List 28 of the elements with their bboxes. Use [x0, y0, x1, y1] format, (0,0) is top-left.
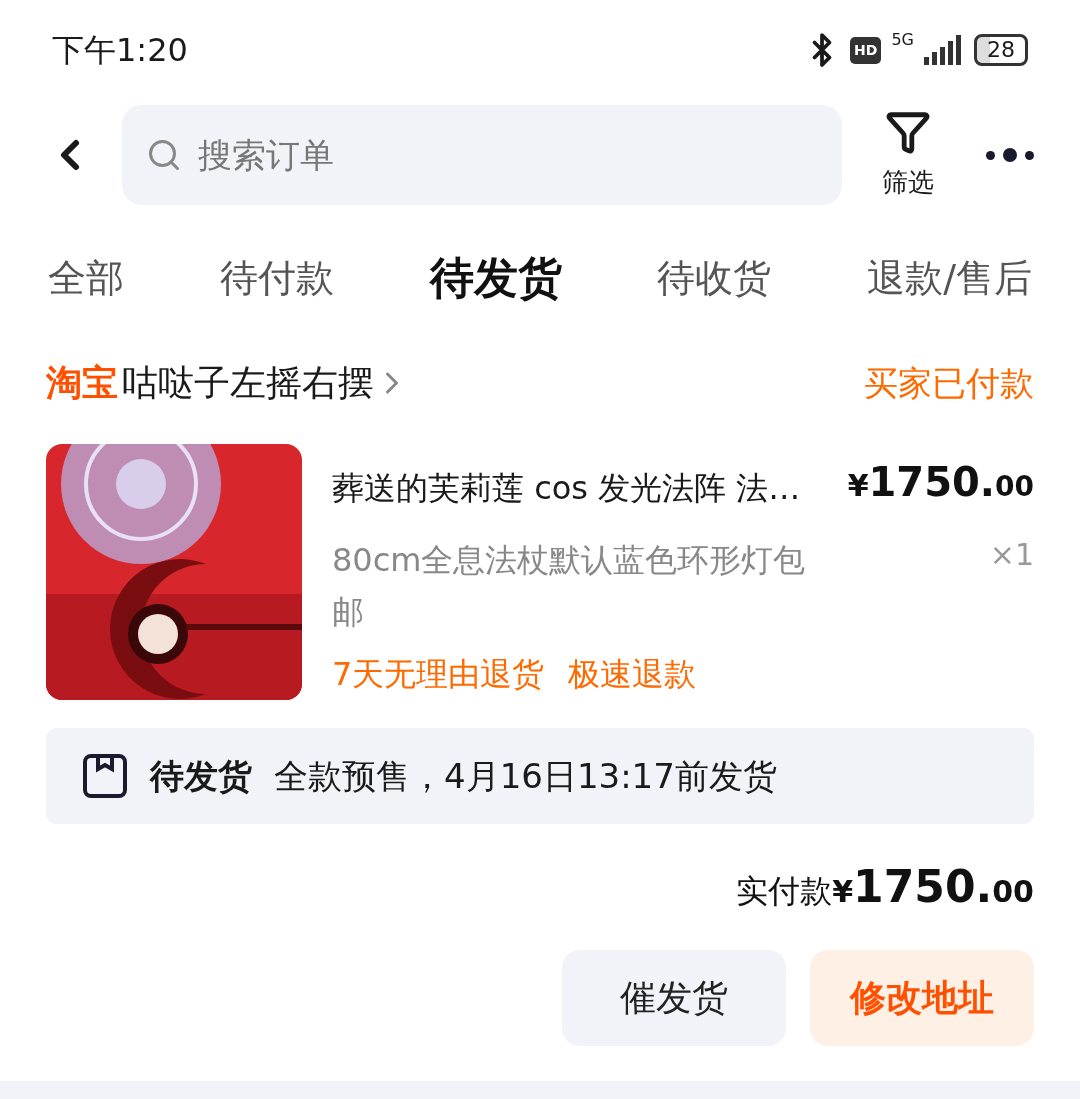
search-icon [146, 137, 182, 173]
paid-amount: 实付款¥1750.00 [736, 860, 1034, 914]
package-icon [82, 753, 128, 799]
order-tab[interactable]: 待付款 [219, 249, 334, 307]
battery-indicator: 28 [974, 34, 1028, 66]
order-action-button[interactable]: 催发货 [562, 950, 786, 1046]
product-title: 葬送的芙莉莲 cos 发光法阵 法… [332, 468, 802, 509]
status-time: 下午1:20 [52, 30, 188, 71]
order-tab[interactable]: 待发货 [429, 245, 562, 311]
product-quantity: ×1 [989, 536, 1034, 574]
filter-button[interactable]: 筛选 [882, 108, 934, 202]
hd-icon: HD [850, 36, 882, 64]
search-field[interactable]: 搜索订单 [122, 105, 842, 205]
shipping-status: 待发货 [150, 754, 252, 798]
product-variant: 80cm全息法杖默认蓝色环形灯包邮 [332, 540, 807, 633]
service-tag: 极速退款 [568, 650, 697, 698]
order-status: 买家已付款 [864, 361, 1034, 405]
signal-icon [924, 35, 964, 65]
order-tab[interactable]: 待收货 [657, 249, 772, 307]
order-tab[interactable]: 退款/售后 [867, 249, 1032, 307]
platform-logo: 淘宝 [46, 361, 118, 405]
more-button[interactable] [986, 148, 1034, 162]
network-label: 5G [891, 29, 914, 51]
shipping-note: 全款预售，4月16日13:17前发货 [274, 754, 777, 798]
order-tab[interactable]: 全部 [48, 249, 124, 307]
service-tag: 7天无理由退货 [332, 650, 545, 698]
product-price: ¥1750.00 [847, 458, 1034, 507]
shop-link[interactable]: 咕哒子左摇右摆 [122, 356, 410, 410]
